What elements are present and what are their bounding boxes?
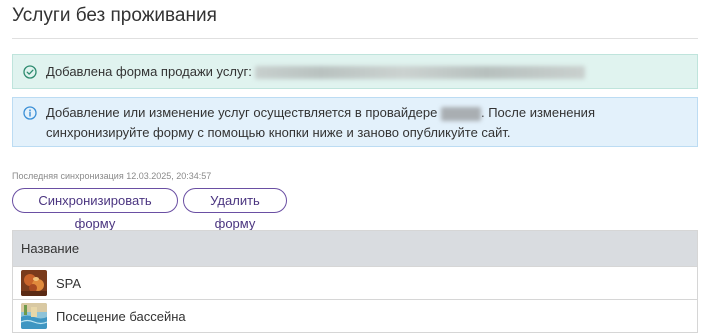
page-title: Услуги без проживания — [12, 5, 217, 26]
table-header-name: Название — [13, 231, 697, 266]
last-sync-timestamp: Последняя синхронизация 12.03.2025, 20:3… — [12, 171, 212, 181]
table-row[interactable]: SPA — [13, 266, 697, 299]
delete-form-button[interactable]: Удалить форму — [183, 188, 287, 231]
info-circle-icon — [23, 106, 37, 120]
page: Услуги без проживания Добавлена форма пр… — [0, 0, 710, 335]
spa-thumbnail-icon — [21, 270, 47, 296]
row-name: SPA — [56, 275, 82, 291]
row-name: Посещение бассейна — [56, 308, 186, 324]
success-alert: Добавлена форма продажи услуг: — [12, 54, 698, 89]
info-alert-text-before: Добавление или изменение услуг осуществл… — [46, 105, 438, 120]
success-alert-text: Добавлена форма продажи услуг: — [46, 63, 252, 79]
redacted-form-name — [255, 65, 586, 79]
table-row[interactable]: Посещение бассейна — [13, 299, 697, 332]
pool-thumbnail-icon — [21, 303, 47, 329]
info-alert-message: Добавление или изменение услуг осуществл… — [46, 103, 687, 143]
services-table: Название SPA Посещение бассейна — [12, 230, 698, 333]
title-divider — [12, 38, 698, 39]
check-circle-icon — [23, 64, 37, 79]
sync-form-button[interactable]: Синхронизировать форму — [12, 188, 178, 231]
info-alert: Добавление или изменение услуг осуществл… — [12, 97, 698, 147]
redacted-provider-name — [440, 106, 481, 121]
success-alert-message: Добавлена форма продажи услуг: — [46, 62, 687, 82]
